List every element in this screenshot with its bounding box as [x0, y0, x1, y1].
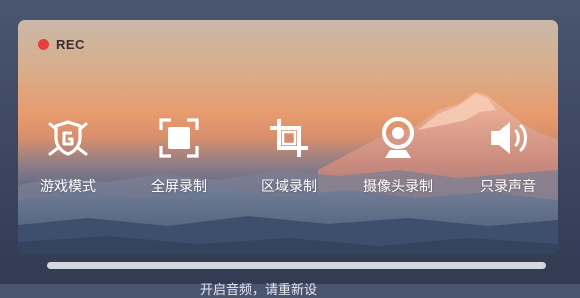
webcam-record-label: 摄像头录制 — [363, 179, 433, 195]
recording-label: REC — [56, 37, 85, 52]
area-record-label: 区域录制 — [261, 179, 317, 195]
game-mode-button[interactable]: 游戏模式 — [18, 116, 118, 196]
horizontal-scrollbar[interactable] — [47, 262, 546, 269]
fullscreen-record-label: 全屏录制 — [151, 179, 207, 195]
mode-toolbar: 游戏模式 全屏录制 区域录制 摄像头录制 只录声音 — [18, 116, 558, 206]
recorder-panel: REC 游戏模式 全屏录制 区域录制 摄像头录制 只录声音 — [18, 20, 558, 254]
recording-indicator: REC — [38, 37, 85, 52]
game-mode-label: 游戏模式 — [40, 179, 96, 195]
audio-only-button[interactable]: 只录声音 — [458, 116, 558, 196]
fullscreen-icon — [157, 116, 201, 160]
area-record-button[interactable]: 区域录制 — [239, 116, 339, 196]
crop-icon — [267, 116, 311, 160]
record-dot-icon — [38, 39, 49, 50]
gamepad-shield-icon — [46, 116, 90, 160]
fullscreen-record-button[interactable]: 全屏录制 — [129, 116, 229, 196]
webcam-icon — [376, 116, 420, 160]
speaker-icon — [486, 116, 530, 160]
audio-hint-text: 开启音频，请重新设 — [200, 283, 318, 298]
audio-only-label: 只录声音 — [480, 179, 536, 195]
webcam-record-button[interactable]: 摄像头录制 — [348, 116, 448, 196]
